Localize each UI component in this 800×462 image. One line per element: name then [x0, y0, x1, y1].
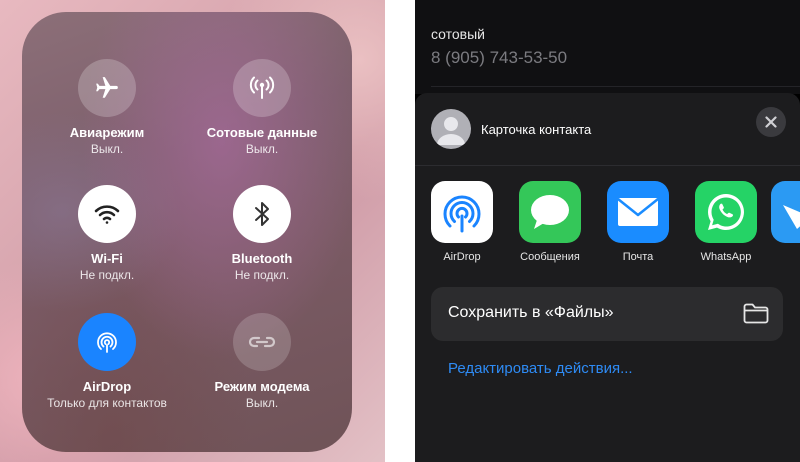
- folder-icon: [743, 303, 769, 324]
- share-app-airdrop[interactable]: AirDrop: [422, 181, 502, 263]
- share-app-whatsapp[interactable]: WhatsApp: [686, 181, 766, 263]
- tile-status: Только для контактов: [47, 396, 167, 410]
- mail-icon: [607, 181, 669, 243]
- tile-label: Авиарежим: [69, 125, 145, 140]
- tile-label: Bluetooth: [231, 251, 293, 266]
- tile-label: Wi-Fi: [91, 251, 123, 266]
- personal-hotspot-toggle[interactable]: Режим модема Выкл.: [177, 313, 347, 410]
- share-app-messages[interactable]: Сообщения: [510, 181, 590, 263]
- tile-status: Выкл.: [245, 396, 279, 410]
- phone-number[interactable]: 8 (905) 743-53-50: [431, 48, 567, 68]
- airdrop-toggle[interactable]: AirDrop Только для контактов: [22, 313, 192, 410]
- wifi-icon: [78, 185, 136, 243]
- share-sheet-header: Карточка контакта: [415, 93, 800, 165]
- app-label: AirDrop: [443, 251, 481, 263]
- divider: [415, 165, 800, 166]
- contact-phone-section: сотовый 8 (905) 743-53-50: [415, 0, 800, 94]
- close-icon: [765, 116, 777, 128]
- save-to-files-button[interactable]: Сохранить в «Файлы»: [431, 287, 783, 341]
- share-app-mail[interactable]: Почта: [598, 181, 678, 263]
- tile-status: Не подкл.: [234, 268, 290, 282]
- save-to-files-label: Сохранить в «Файлы»: [448, 304, 614, 321]
- close-button[interactable]: [756, 107, 786, 137]
- bluetooth-toggle[interactable]: Bluetooth Не подкл.: [177, 185, 347, 282]
- telegram-icon: [771, 181, 800, 243]
- tile-status: Выкл.: [245, 142, 279, 156]
- contact-avatar: [431, 109, 471, 149]
- bluetooth-icon: [233, 185, 291, 243]
- control-center-screenshot: Авиарежим Выкл. Сотовые данные Выкл. Wi-…: [0, 0, 385, 462]
- antenna-icon: [233, 59, 291, 117]
- phone-field-label: сотовый: [431, 26, 485, 42]
- whatsapp-icon: [695, 181, 757, 243]
- airdrop-icon: [78, 313, 136, 371]
- app-label: Сообщения: [520, 251, 580, 263]
- messages-icon: [519, 181, 581, 243]
- tile-label: AirDrop: [82, 379, 132, 394]
- share-sheet-title: Карточка контакта: [481, 122, 592, 137]
- airdrop-icon: [431, 181, 493, 243]
- edit-actions-link[interactable]: Редактировать действия...: [448, 360, 633, 377]
- airplane-mode-toggle[interactable]: Авиарежим Выкл.: [22, 59, 192, 156]
- share-app-partial[interactable]: [771, 181, 800, 243]
- wifi-toggle[interactable]: Wi-Fi Не подкл.: [22, 185, 192, 282]
- share-sheet: Карточка контакта AirDrop Сообщения Почт…: [415, 93, 800, 462]
- tile-label: Сотовые данные: [206, 125, 318, 140]
- link-icon: [233, 313, 291, 371]
- airplane-icon: [78, 59, 136, 117]
- share-apps-row: AirDrop Сообщения Почта WhatsApp: [431, 181, 800, 271]
- app-label: Почта: [622, 251, 654, 263]
- connectivity-panel: Авиарежим Выкл. Сотовые данные Выкл. Wi-…: [22, 12, 352, 452]
- tile-status: Выкл.: [90, 142, 124, 156]
- app-label: WhatsApp: [700, 251, 752, 263]
- share-sheet-screenshot: сотовый 8 (905) 743-53-50 Карточка конта…: [415, 0, 800, 462]
- tile-label: Режим модема: [214, 379, 310, 394]
- cellular-data-toggle[interactable]: Сотовые данные Выкл.: [177, 59, 347, 156]
- tile-status: Не подкл.: [79, 268, 135, 282]
- divider: [431, 86, 800, 87]
